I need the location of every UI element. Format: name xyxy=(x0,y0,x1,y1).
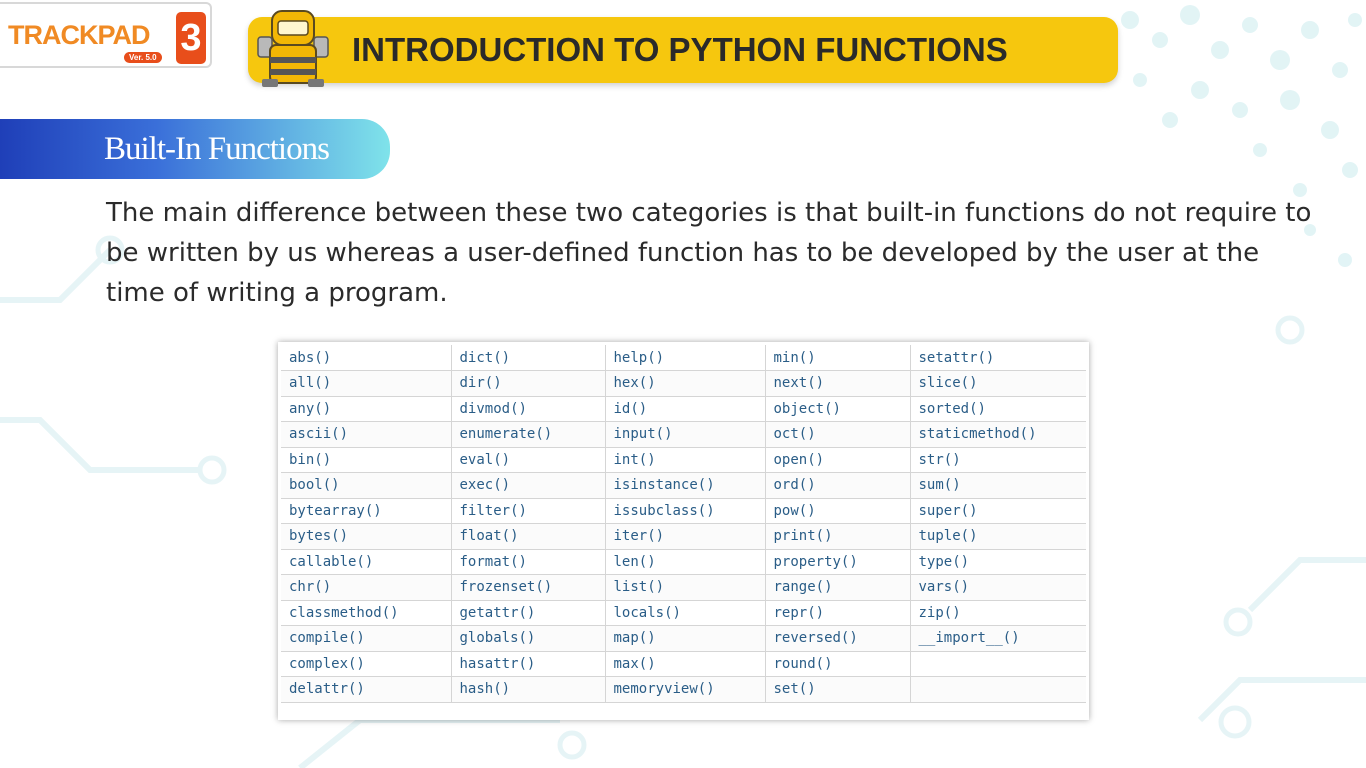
function-cell: divmod() xyxy=(451,396,606,422)
function-cell: tuple() xyxy=(910,523,1086,550)
function-cell: classmethod() xyxy=(281,600,452,626)
function-cell: filter() xyxy=(451,498,606,524)
function-cell: repr() xyxy=(765,600,911,626)
function-cell xyxy=(910,651,1086,677)
function-cell: hex() xyxy=(605,370,766,397)
function-cell: pow() xyxy=(765,498,911,524)
function-cell: abs() xyxy=(281,345,452,371)
function-cell: object() xyxy=(765,396,911,422)
intro-paragraph: The main difference between these two ca… xyxy=(106,198,1312,308)
function-cell: ord() xyxy=(765,472,911,499)
function-cell: complex() xyxy=(281,651,452,677)
function-cell: str() xyxy=(910,447,1086,473)
function-cell: globals() xyxy=(451,625,606,652)
table-row: bin() eval() int() open() str() xyxy=(281,447,1086,473)
function-cell: setattr() xyxy=(910,345,1086,371)
function-cell: int() xyxy=(605,447,766,473)
function-cell: enumerate() xyxy=(451,421,606,448)
function-cell: isinstance() xyxy=(605,472,766,499)
function-cell: ascii() xyxy=(281,421,452,448)
function-cell: getattr() xyxy=(451,600,606,626)
functions-grid: abs() dict() help() min() setattr() all() dir(… xyxy=(281,345,1086,703)
function-cell: hasattr() xyxy=(451,651,606,677)
function-cell: delattr() xyxy=(281,676,452,703)
function-cell: round() xyxy=(765,651,911,677)
table-row: bool() exec() isinstance() ord() sum() xyxy=(281,472,1086,499)
table-row: all() dir() hex() next() slice() xyxy=(281,370,1086,397)
table-row: bytearray() filter() issubclass() pow() supe… xyxy=(281,498,1086,524)
function-cell: slice() xyxy=(910,370,1086,397)
function-cell: map() xyxy=(605,625,766,652)
function-cell: dir() xyxy=(451,370,606,397)
function-cell: max() xyxy=(605,651,766,677)
function-cell: property() xyxy=(765,549,911,575)
function-cell: type() xyxy=(910,549,1086,575)
function-cell: range() xyxy=(765,574,911,601)
section-title: Built-In Functions xyxy=(104,131,330,167)
function-cell: min() xyxy=(765,345,911,371)
function-cell: format() xyxy=(451,549,606,575)
table-row: any() divmod() id() object() sorted() xyxy=(281,396,1086,422)
function-cell: float() xyxy=(451,523,606,550)
function-cell: help() xyxy=(605,345,766,371)
table-row: bytes() float() iter() print() tuple() xyxy=(281,523,1086,550)
table-row: callable() format() len() property() type() xyxy=(281,549,1086,575)
function-cell: hash() xyxy=(451,676,606,703)
function-cell: exec() xyxy=(451,472,606,499)
function-cell: set() xyxy=(765,676,911,703)
page-title: INTRODUCTION TO PYTHON FUNCTIONS xyxy=(352,31,1008,68)
function-cell: sum() xyxy=(910,472,1086,499)
function-cell: iter() xyxy=(605,523,766,550)
function-cell: zip() xyxy=(910,600,1086,626)
function-cell: reversed() xyxy=(765,625,911,652)
function-cell: chr() xyxy=(281,574,452,601)
function-cell: all() xyxy=(281,370,452,397)
function-cell: oct() xyxy=(765,421,911,448)
function-cell: len() xyxy=(605,549,766,575)
function-cell: locals() xyxy=(605,600,766,626)
table-row: ascii() enumerate() input() oct() staticmeth… xyxy=(281,421,1086,448)
function-cell: bin() xyxy=(281,447,452,473)
logo-number-badge: 3 xyxy=(176,12,206,64)
function-cell: sorted() xyxy=(910,396,1086,422)
trackpad-logo: TRACKPAD 3 Ver. 5.0 xyxy=(0,2,212,68)
table-row: abs() dict() help() min() setattr() xyxy=(281,345,1086,371)
function-cell: issubclass() xyxy=(605,498,766,524)
function-cell: open() xyxy=(765,447,911,473)
function-cell: bytearray() xyxy=(281,498,452,524)
function-cell: eval() xyxy=(451,447,606,473)
function-cell: compile() xyxy=(281,625,452,652)
table-row: complex() hasattr() max() round() xyxy=(281,651,1086,677)
builtin-functions-table: abs() dict() help() min() setattr() all() dir(… xyxy=(278,342,1089,720)
table-row: classmethod() getattr() locals() repr() zip(… xyxy=(281,600,1086,626)
function-cell: vars() xyxy=(910,574,1086,601)
table-row: compile() globals() map() reversed() __impor… xyxy=(281,625,1086,652)
logo-wordmark: TRACKPAD xyxy=(8,20,150,50)
title-banner: INTRODUCTION TO PYTHON FUNCTIONS xyxy=(248,10,1118,87)
function-cell: input() xyxy=(605,421,766,448)
function-cell: bool() xyxy=(281,472,452,499)
robot-icon xyxy=(257,10,329,87)
function-cell: callable() xyxy=(281,549,452,575)
function-cell: any() xyxy=(281,396,452,422)
function-cell: super() xyxy=(910,498,1086,524)
logo-version-badge: Ver. 5.0 xyxy=(124,52,162,63)
function-cell: next() xyxy=(765,370,911,397)
function-cell: list() xyxy=(605,574,766,601)
function-cell: frozenset() xyxy=(451,574,606,601)
section-banner: Built-In Functions xyxy=(0,119,390,179)
table-row: delattr() hash() memoryview() set() xyxy=(281,676,1086,703)
function-cell: dict() xyxy=(451,345,606,371)
function-cell: staticmethod() xyxy=(910,421,1086,448)
function-cell: __import__() xyxy=(910,625,1086,652)
function-cell: bytes() xyxy=(281,523,452,550)
function-cell xyxy=(910,676,1086,703)
function-cell: id() xyxy=(605,396,766,422)
table-row: chr() frozenset() list() range() vars() xyxy=(281,574,1086,601)
function-cell: print() xyxy=(765,523,911,550)
function-cell: memoryview() xyxy=(605,676,766,703)
